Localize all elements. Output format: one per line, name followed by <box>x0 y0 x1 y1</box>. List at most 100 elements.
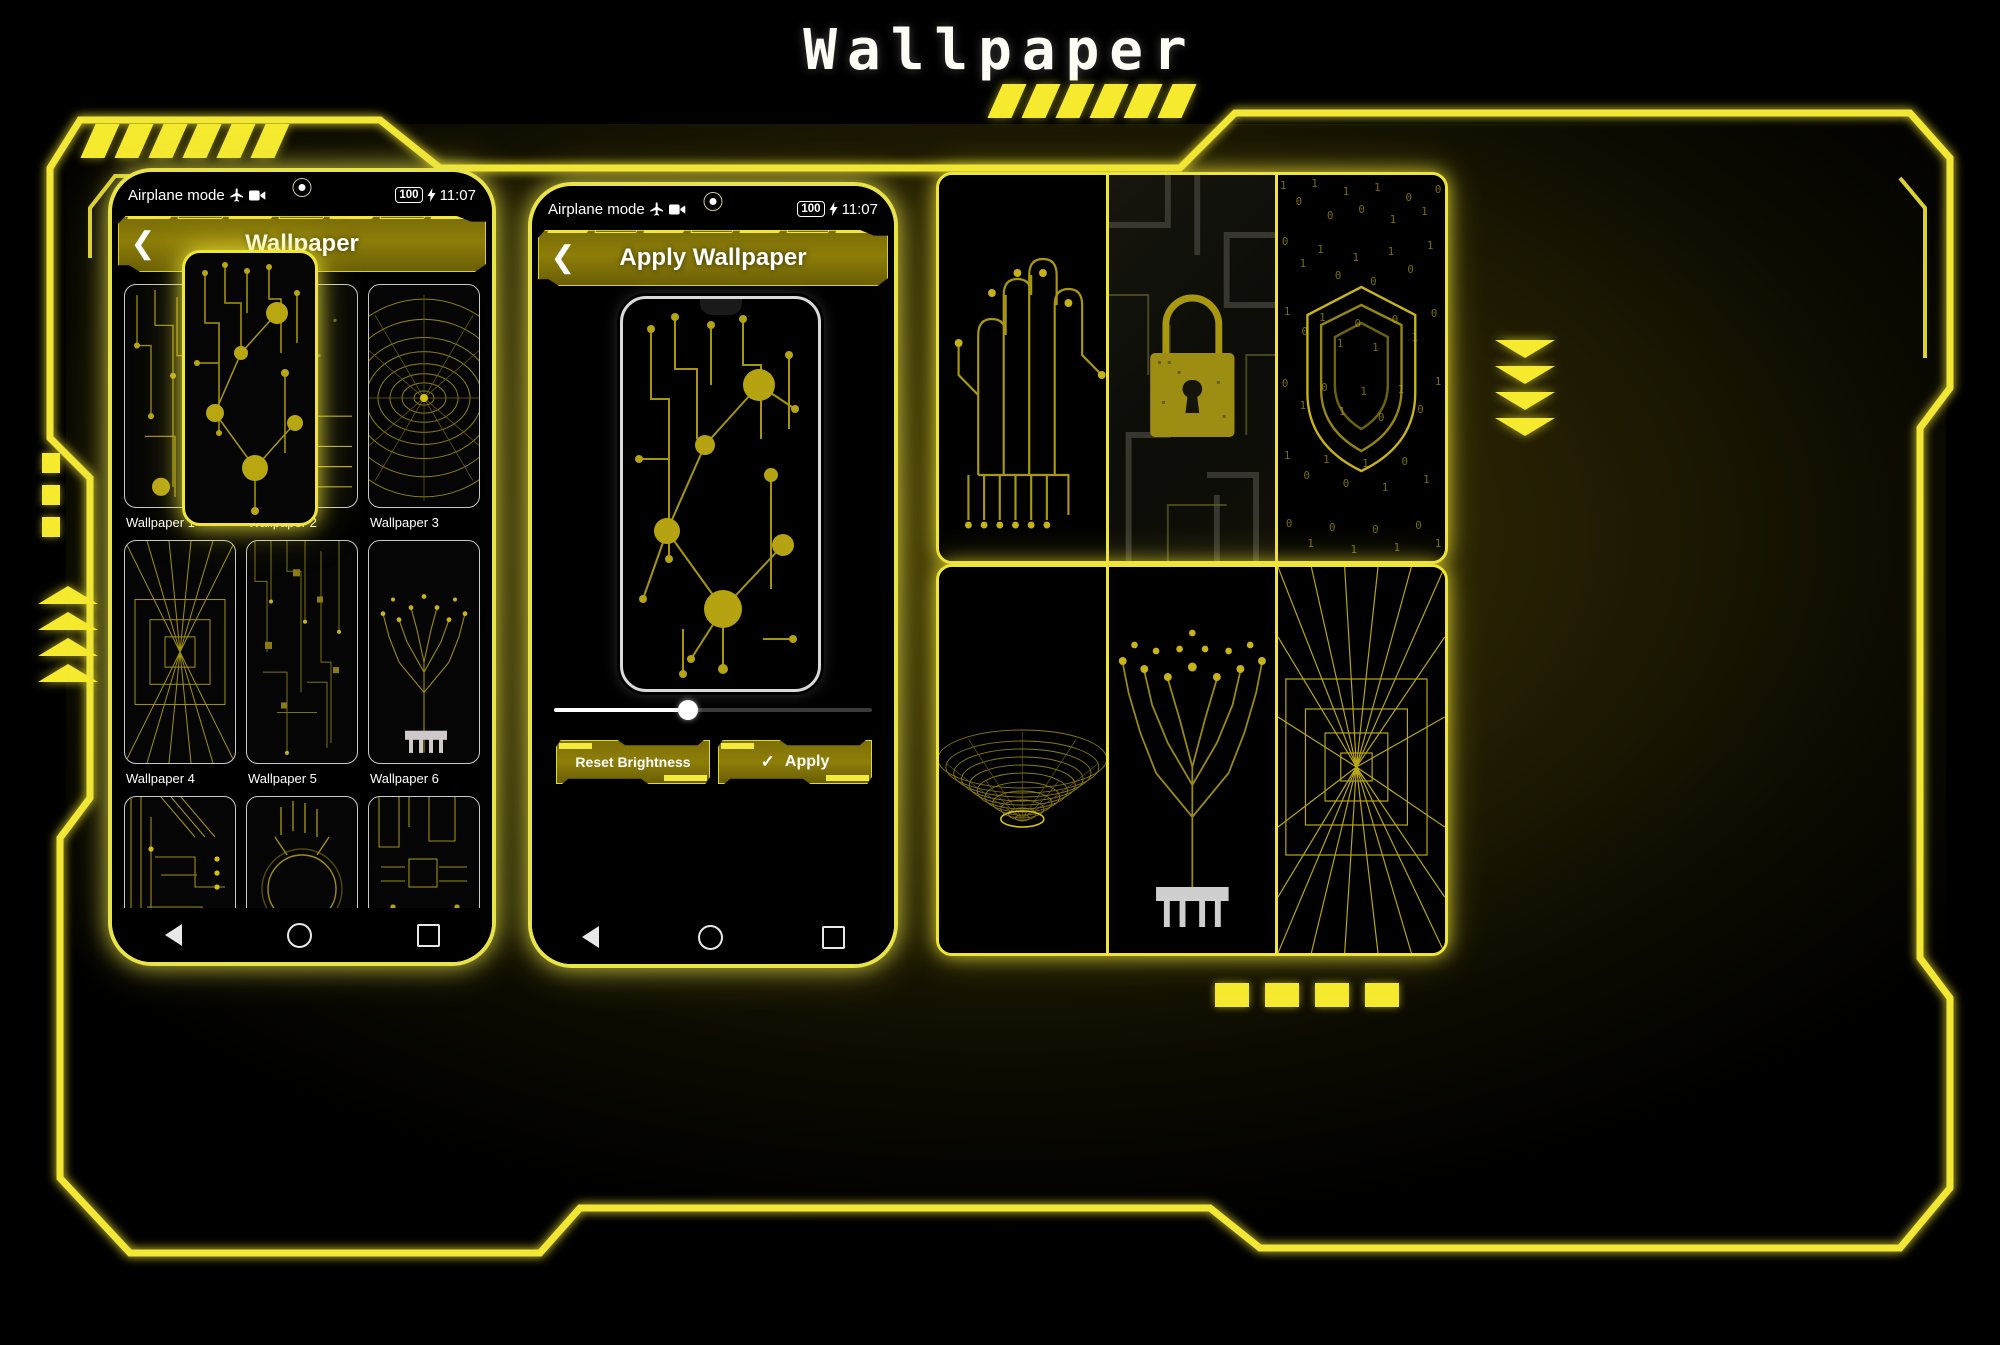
status-right-group: 100 11:07 <box>395 187 476 204</box>
svg-text:1: 1 <box>1284 449 1290 462</box>
svg-text:1: 1 <box>1353 251 1359 264</box>
app-screenshot: Wallpaper Airplane mode 100 11:07 ❮ Wall… <box>0 0 2000 1345</box>
svg-text:0: 0 <box>1431 307 1437 320</box>
wallpaper-thumb-4[interactable] <box>124 540 236 764</box>
svg-text:0: 0 <box>1343 477 1349 490</box>
nav-bar-list <box>112 908 492 962</box>
check-icon: ✓ <box>760 752 775 771</box>
svg-text:0: 0 <box>1335 269 1341 282</box>
btn-edge-decor-2 <box>664 775 707 781</box>
gallery-item-binary-shield[interactable]: 1010 1011 010 0110 1010 1 1011 0101 0 01… <box>1278 175 1445 561</box>
reset-brightness-button[interactable]: Reset Brightness <box>556 740 710 784</box>
wallpaper-cell-5[interactable]: Wallpaper 5 <box>246 540 358 786</box>
gallery-bottom-columns <box>939 567 1445 953</box>
svg-text:0: 0 <box>1402 455 1408 468</box>
appbar-title-apply: Apply Wallpaper <box>619 244 807 271</box>
status-left-group: Airplane mode <box>128 187 266 204</box>
gallery-bottom-row <box>936 564 1448 956</box>
wallpaper-thumb-5[interactable] <box>246 540 358 764</box>
svg-text:0: 0 <box>1286 517 1292 530</box>
svg-text:0: 0 <box>1282 235 1288 248</box>
battery-indicator: 100 <box>395 187 423 203</box>
wallpaper-preview-device[interactable] <box>620 296 821 692</box>
art-circuit-tree <box>380 594 468 753</box>
svg-text:1: 1 <box>1427 239 1433 252</box>
back-button-apply[interactable]: ❮ <box>539 243 587 273</box>
art-padlock-circuit <box>1108 175 1276 561</box>
brightness-slider-knob[interactable] <box>677 700 698 720</box>
wallpaper-thumb-6[interactable] <box>368 540 480 764</box>
svg-text:0: 0 <box>1329 521 1335 534</box>
gallery-item-circuit-hand[interactable] <box>939 175 1106 561</box>
phone-apply-wallpaper: Airplane mode 100 11:07 ❮ Apply Wallpape… <box>528 182 898 968</box>
dragged-wallpaper-tile[interactable] <box>182 250 318 526</box>
video-camera-icon <box>248 190 266 200</box>
nav-recents-square-icon[interactable] <box>821 925 845 949</box>
svg-text:1: 1 <box>1421 205 1427 218</box>
nav-home-circle-icon[interactable] <box>286 922 312 948</box>
back-button-list[interactable]: ❮ <box>119 229 167 259</box>
nav-recents-square-icon[interactable] <box>416 923 440 947</box>
svg-text:1: 1 <box>1318 243 1324 256</box>
status-bar-apply: Airplane mode 100 11:07 <box>532 186 894 226</box>
svg-text:0: 0 <box>1359 203 1365 216</box>
gallery-item-wireframe-vortex[interactable] <box>939 567 1106 953</box>
airplane-mode-label-apply: Airplane mode <box>548 200 645 218</box>
art-circuit-node-network-small <box>194 262 303 515</box>
svg-text:0: 0 <box>1282 377 1288 390</box>
appbar-apply-wallpaper: ❮ Apply Wallpaper <box>538 230 888 286</box>
status-left-group-apply: Airplane mode <box>548 201 686 218</box>
svg-text:1: 1 <box>1374 181 1380 194</box>
svg-text:1: 1 <box>1323 453 1329 466</box>
phone-apply-screen: Airplane mode 100 11:07 ❮ Apply Wallpape… <box>532 186 894 964</box>
hud-bottom-squares <box>1215 983 1399 1007</box>
wallpaper-cell-6[interactable]: Wallpaper 6 <box>368 540 480 786</box>
svg-text:1: 1 <box>1388 245 1394 258</box>
brightness-slider[interactable] <box>554 700 872 720</box>
svg-text:1: 1 <box>1435 537 1441 550</box>
hud-left-chevrons <box>38 578 98 682</box>
wallpaper-cell-4[interactable]: Wallpaper 4 <box>124 540 236 786</box>
svg-text:1: 1 <box>1300 257 1306 270</box>
charging-bolt-icon <box>829 202 838 216</box>
nav-home-circle-icon[interactable] <box>697 924 723 950</box>
svg-text:1: 1 <box>1280 179 1286 192</box>
airplane-icon <box>650 202 663 216</box>
svg-text:1: 1 <box>1390 213 1396 226</box>
art-binary-shield: 1010 1011 010 0110 1010 1 1011 0101 0 01… <box>1280 177 1441 556</box>
art-circuit-node-network <box>635 313 799 678</box>
gallery-item-perspective-tunnel[interactable] <box>1278 567 1445 953</box>
charging-bolt-icon <box>427 188 436 202</box>
art-circuit-hand <box>954 257 1106 529</box>
btn-edge-decor <box>721 743 755 749</box>
svg-text:1: 1 <box>1382 481 1388 494</box>
svg-text:1: 1 <box>1337 337 1343 350</box>
svg-text:1: 1 <box>1435 375 1441 388</box>
nav-bar-apply <box>532 910 894 964</box>
art-wireframe-vortex <box>939 729 1106 828</box>
art-circuit-tree-large <box>1118 629 1266 927</box>
airplane-mode-label: Airplane mode <box>128 186 225 204</box>
clock-label: 11:07 <box>439 186 476 204</box>
wallpaper-label-6: Wallpaper 6 <box>370 771 439 786</box>
svg-text:1: 1 <box>1308 537 1314 550</box>
apply-button[interactable]: ✓ Apply <box>718 740 872 784</box>
wallpaper-thumb-3[interactable] <box>368 284 480 508</box>
wallpaper-label-4: Wallpaper 4 <box>126 771 195 786</box>
svg-text:1: 1 <box>1423 473 1429 486</box>
svg-text:1: 1 <box>1351 543 1357 556</box>
nav-back-triangle-icon[interactable] <box>164 924 182 946</box>
btn-edge-decor-2 <box>826 775 869 781</box>
gallery-item-circuit-tree[interactable] <box>1108 567 1276 953</box>
gallery-item-padlock-circuit[interactable] <box>1108 175 1276 561</box>
svg-text:0: 0 <box>1327 209 1333 222</box>
hud-hatch-top-left <box>80 124 290 158</box>
svg-text:1: 1 <box>1284 305 1290 318</box>
wallpaper-cell-3[interactable]: Wallpaper 3 <box>368 284 480 530</box>
wallpaper-label-3: Wallpaper 3 <box>370 515 439 530</box>
brightness-slider-fill <box>554 708 688 712</box>
status-right-group-apply: 100 11:07 <box>797 201 878 218</box>
nav-back-triangle-icon[interactable] <box>581 926 599 948</box>
svg-text:0: 0 <box>1406 191 1412 204</box>
svg-text:0: 0 <box>1304 469 1310 482</box>
